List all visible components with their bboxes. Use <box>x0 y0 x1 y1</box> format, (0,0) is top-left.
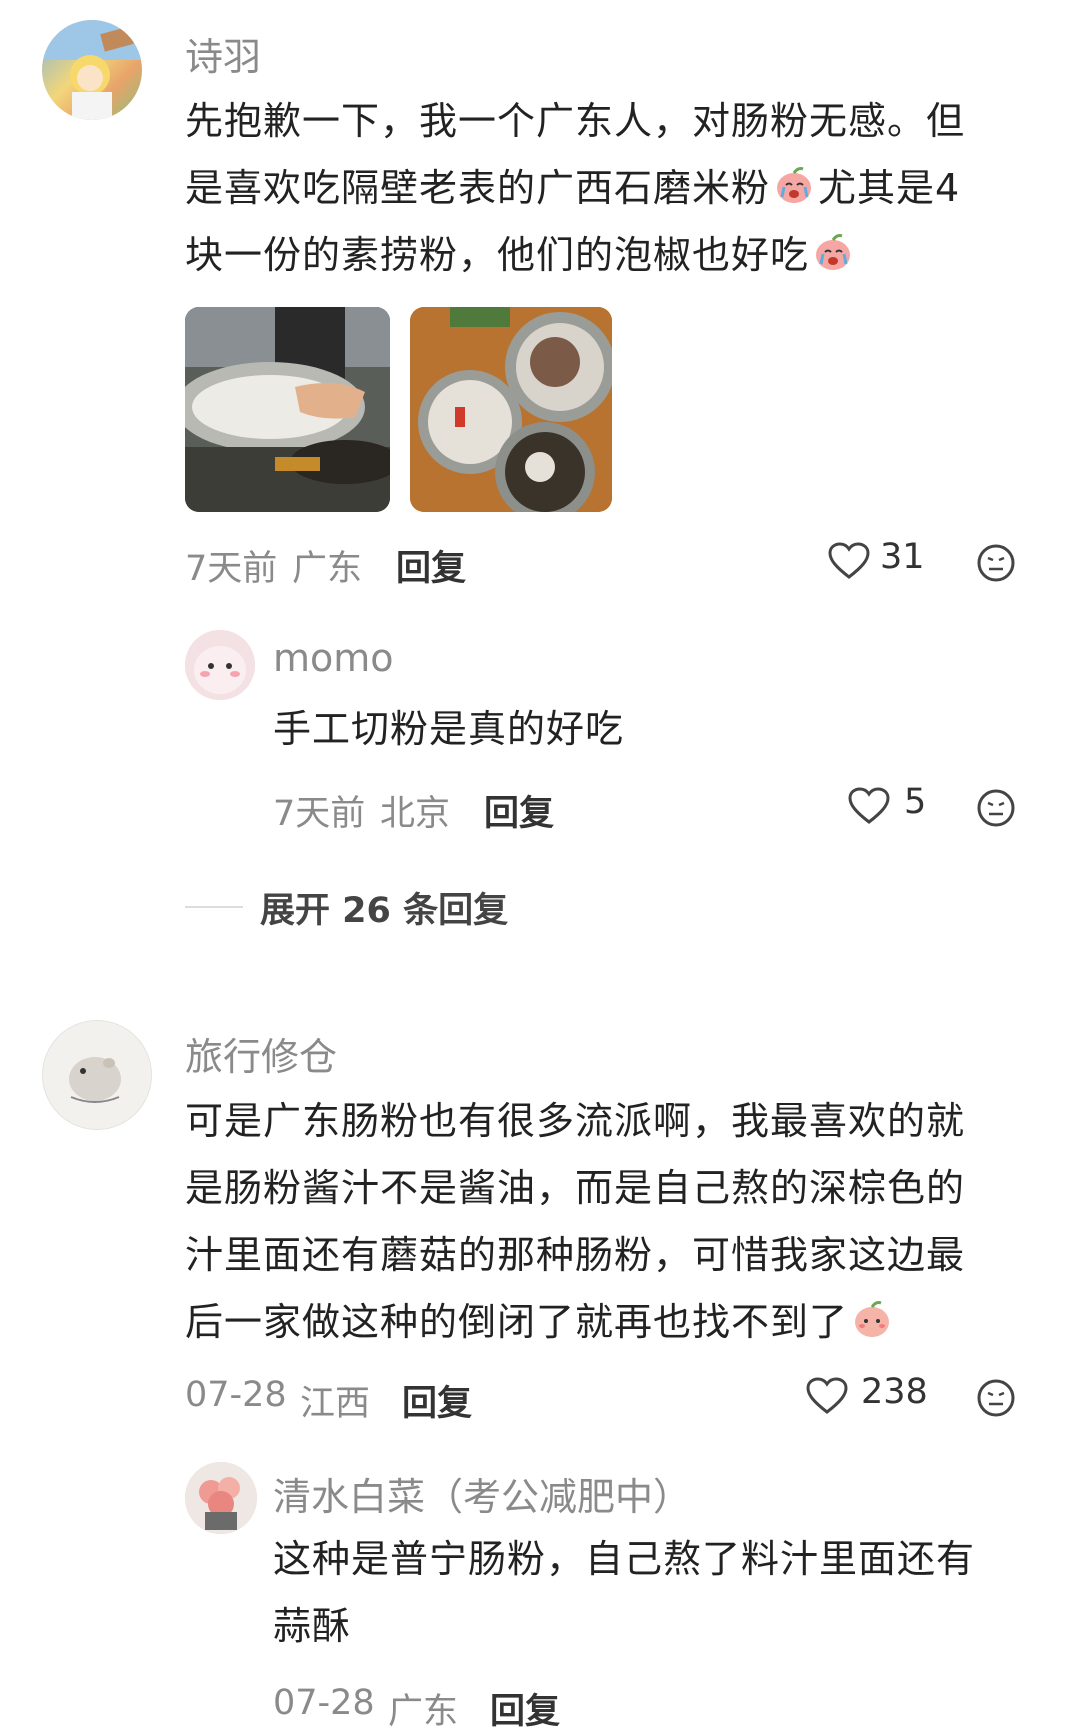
comment-text: 先抱歉一下，我一个广东人，对肠粉无感。但 是喜欢吃隔壁老表的广西石磨米粉 尤其是4… <box>185 88 1045 289</box>
reply-author-name[interactable]: 清水白菜（考公减肥中） <box>273 1466 691 1521</box>
comment-text-span: 是喜欢吃隔壁老表的广西石磨米粉 <box>185 166 771 210</box>
heart-icon <box>806 1377 848 1414</box>
comment-text-line: 可是广东肠粉也有很多流派啊，我最喜欢的就 <box>185 1099 966 1143</box>
comment-location: 广东 <box>292 549 363 589</box>
crying-emoji-icon <box>777 167 812 203</box>
neutral-face-icon[interactable] <box>976 543 1016 583</box>
comment-text-line: 汁里面还有蘑菇的那种肠粉，可惜我家这边最 <box>185 1233 966 1277</box>
neutral-face-icon[interactable] <box>976 1378 1016 1418</box>
reply-location: 北京 <box>380 794 451 834</box>
like-count: 31 <box>880 537 925 577</box>
comment-author-name[interactable]: 旅行修仓 <box>185 1026 337 1081</box>
reply-text-line: 蒜酥 <box>273 1604 352 1648</box>
avatar-lvxingxiucang[interactable] <box>42 1020 152 1130</box>
comment-text-line: 是喜欢吃隔壁老表的广西石磨米粉 尤其是4 <box>185 155 1045 222</box>
like-count: 5 <box>904 782 927 822</box>
neutral-face-icon[interactable] <box>976 788 1016 828</box>
comment-text: 可是广东肠粉也有很多流派啊，我最喜欢的就 是肠粉酱汁不是酱油，而是自己熬的深棕色… <box>185 1088 1055 1356</box>
reply-button[interactable]: 回复 <box>484 785 554 836</box>
comment-text-line: 后一家做这种的倒闭了就再也找不到了 <box>185 1289 1055 1356</box>
comment-text-line: 块一份的素捞粉，他们的泡椒也好吃 <box>185 222 1045 289</box>
comment-time: 7天前 <box>185 549 278 589</box>
comment-image-rice-noodles[interactable] <box>410 307 612 512</box>
like-button[interactable]: 238 <box>806 1372 946 1422</box>
comment-image-cooking[interactable] <box>185 307 390 512</box>
avatar-momo[interactable] <box>185 630 255 700</box>
peach-emoji-icon <box>855 1301 890 1337</box>
expand-replies-button[interactable]: 展开 26 条回复 <box>260 882 508 933</box>
reply-button[interactable]: 回复 <box>396 540 466 591</box>
comment-text-line: 先抱歉一下，我一个广东人，对肠粉无感。但 <box>185 99 966 143</box>
expand-replies-divider <box>185 906 243 908</box>
comment-time: 07-28 <box>185 1375 287 1415</box>
reply-author-name[interactable]: momo <box>273 636 394 680</box>
reply-time: 07-28 <box>273 1683 375 1723</box>
comment-text-span: 尤其是4 <box>818 166 961 210</box>
reply-text-line: 这种是普宁肠粉，自己熬了料汁里面还有 <box>273 1537 976 1581</box>
comment-text-line: 是肠粉酱汁不是酱油，而是自己熬的深棕色的 <box>185 1166 966 1210</box>
comment-text-span: 块一份的素捞粉，他们的泡椒也好吃 <box>185 233 810 277</box>
like-button[interactable]: 31 <box>828 537 938 587</box>
heart-icon <box>828 542 870 579</box>
like-count: 238 <box>861 1372 928 1412</box>
heart-icon <box>848 787 890 824</box>
avatar-shiyu[interactable] <box>42 20 142 120</box>
comment-text-span: 后一家做这种的倒闭了就再也找不到了 <box>185 1300 849 1344</box>
reply-button[interactable]: 回复 <box>402 1375 472 1426</box>
like-button[interactable]: 5 <box>848 782 948 832</box>
reply-location: 广东 <box>388 1692 459 1732</box>
reply-time: 7天前 <box>273 794 366 834</box>
reply-button[interactable]: 回复 <box>490 1683 560 1734</box>
comment-author-name[interactable]: 诗羽 <box>185 26 261 81</box>
reply-text: 这种是普宁肠粉，自己熬了料汁里面还有 蒜酥 <box>273 1526 1063 1660</box>
crying-emoji-icon <box>816 234 851 270</box>
comment-location: 江西 <box>300 1384 371 1424</box>
avatar-qingshuibaicai[interactable] <box>185 1462 257 1534</box>
reply-text: 手工切粉是真的好吃 <box>273 707 625 751</box>
